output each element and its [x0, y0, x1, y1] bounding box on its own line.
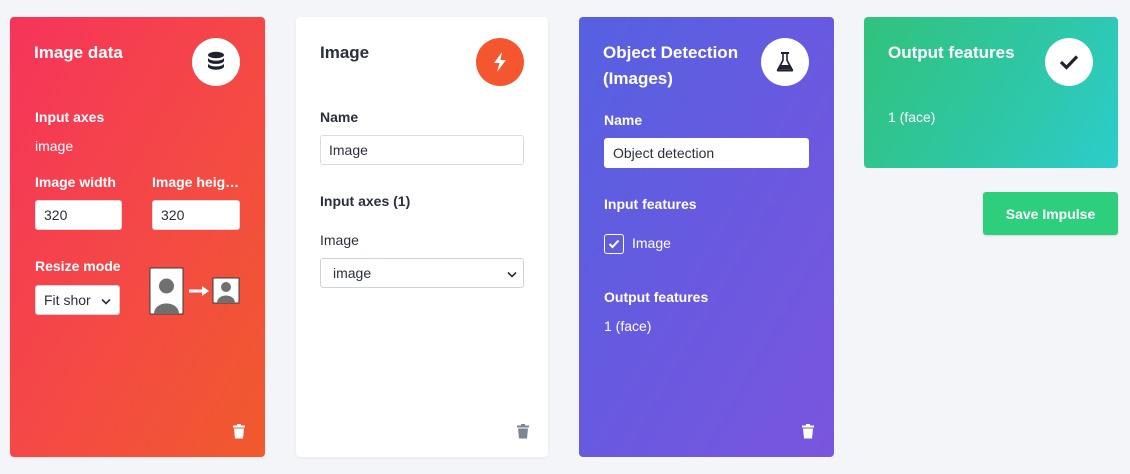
trash-icon[interactable]	[516, 424, 530, 439]
chevron-down-icon	[507, 265, 517, 281]
title-line-2: (Images)	[603, 69, 673, 88]
image-width-label: Image width	[35, 174, 116, 190]
image-data-block: Image data Input axes image Image width …	[10, 17, 265, 457]
axis-select-value: image	[333, 265, 372, 281]
name-label: Name	[320, 109, 359, 125]
trash-icon[interactable]	[232, 424, 246, 439]
save-impulse-button[interactable]: Save Impulse	[983, 192, 1118, 235]
output-features-value: 1 (face)	[604, 318, 652, 334]
title-line-1: Object Detection	[603, 43, 739, 62]
image-height-label: Image heig…	[152, 174, 240, 190]
input-features-label: Input features	[604, 196, 697, 212]
checkmark-icon	[1045, 38, 1093, 86]
axis-select[interactable]: image	[320, 258, 524, 288]
name-label: Name	[604, 112, 643, 128]
image-width-input[interactable]	[35, 200, 122, 230]
output-features-value: 1 (face)	[888, 109, 936, 125]
output-features-title: Output features	[888, 43, 1015, 62]
name-input[interactable]	[320, 135, 524, 165]
output-features-label: Output features	[604, 289, 709, 305]
image-height-input[interactable]	[152, 200, 240, 230]
impulse-designer: Image data Input axes image Image width …	[0, 0, 1130, 474]
flask-icon	[761, 38, 809, 86]
image-data-title: Image data	[34, 43, 123, 62]
image-feature-label: Image	[632, 235, 671, 251]
resize-mode-value: Fit shor	[44, 292, 91, 308]
object-detection-title: Object Detection (Images)	[603, 40, 738, 92]
image-feature-checkbox[interactable]	[604, 234, 624, 254]
resize-mode-label: Resize mode	[35, 258, 121, 274]
image-title: Image	[320, 43, 370, 62]
resize-mode-select[interactable]: Fit shor	[35, 285, 120, 315]
name-input[interactable]	[604, 138, 809, 168]
output-features-block: Output features 1 (face)	[864, 17, 1118, 168]
image-processing-block: Image Name Input axes (1) Image image	[296, 17, 548, 457]
input-axes-value: image	[35, 138, 74, 154]
object-detection-block: Object Detection (Images) Name Input fea…	[579, 17, 834, 457]
resize-mode-illustration	[149, 267, 241, 315]
trash-icon[interactable]	[801, 424, 815, 439]
chevron-down-icon	[101, 292, 111, 308]
lightning-bolt-icon	[476, 38, 524, 86]
axis-label: Image	[320, 232, 359, 248]
input-axes-label: Input axes (1)	[320, 193, 411, 209]
input-axes-label: Input axes	[35, 109, 105, 125]
database-icon	[192, 38, 240, 86]
